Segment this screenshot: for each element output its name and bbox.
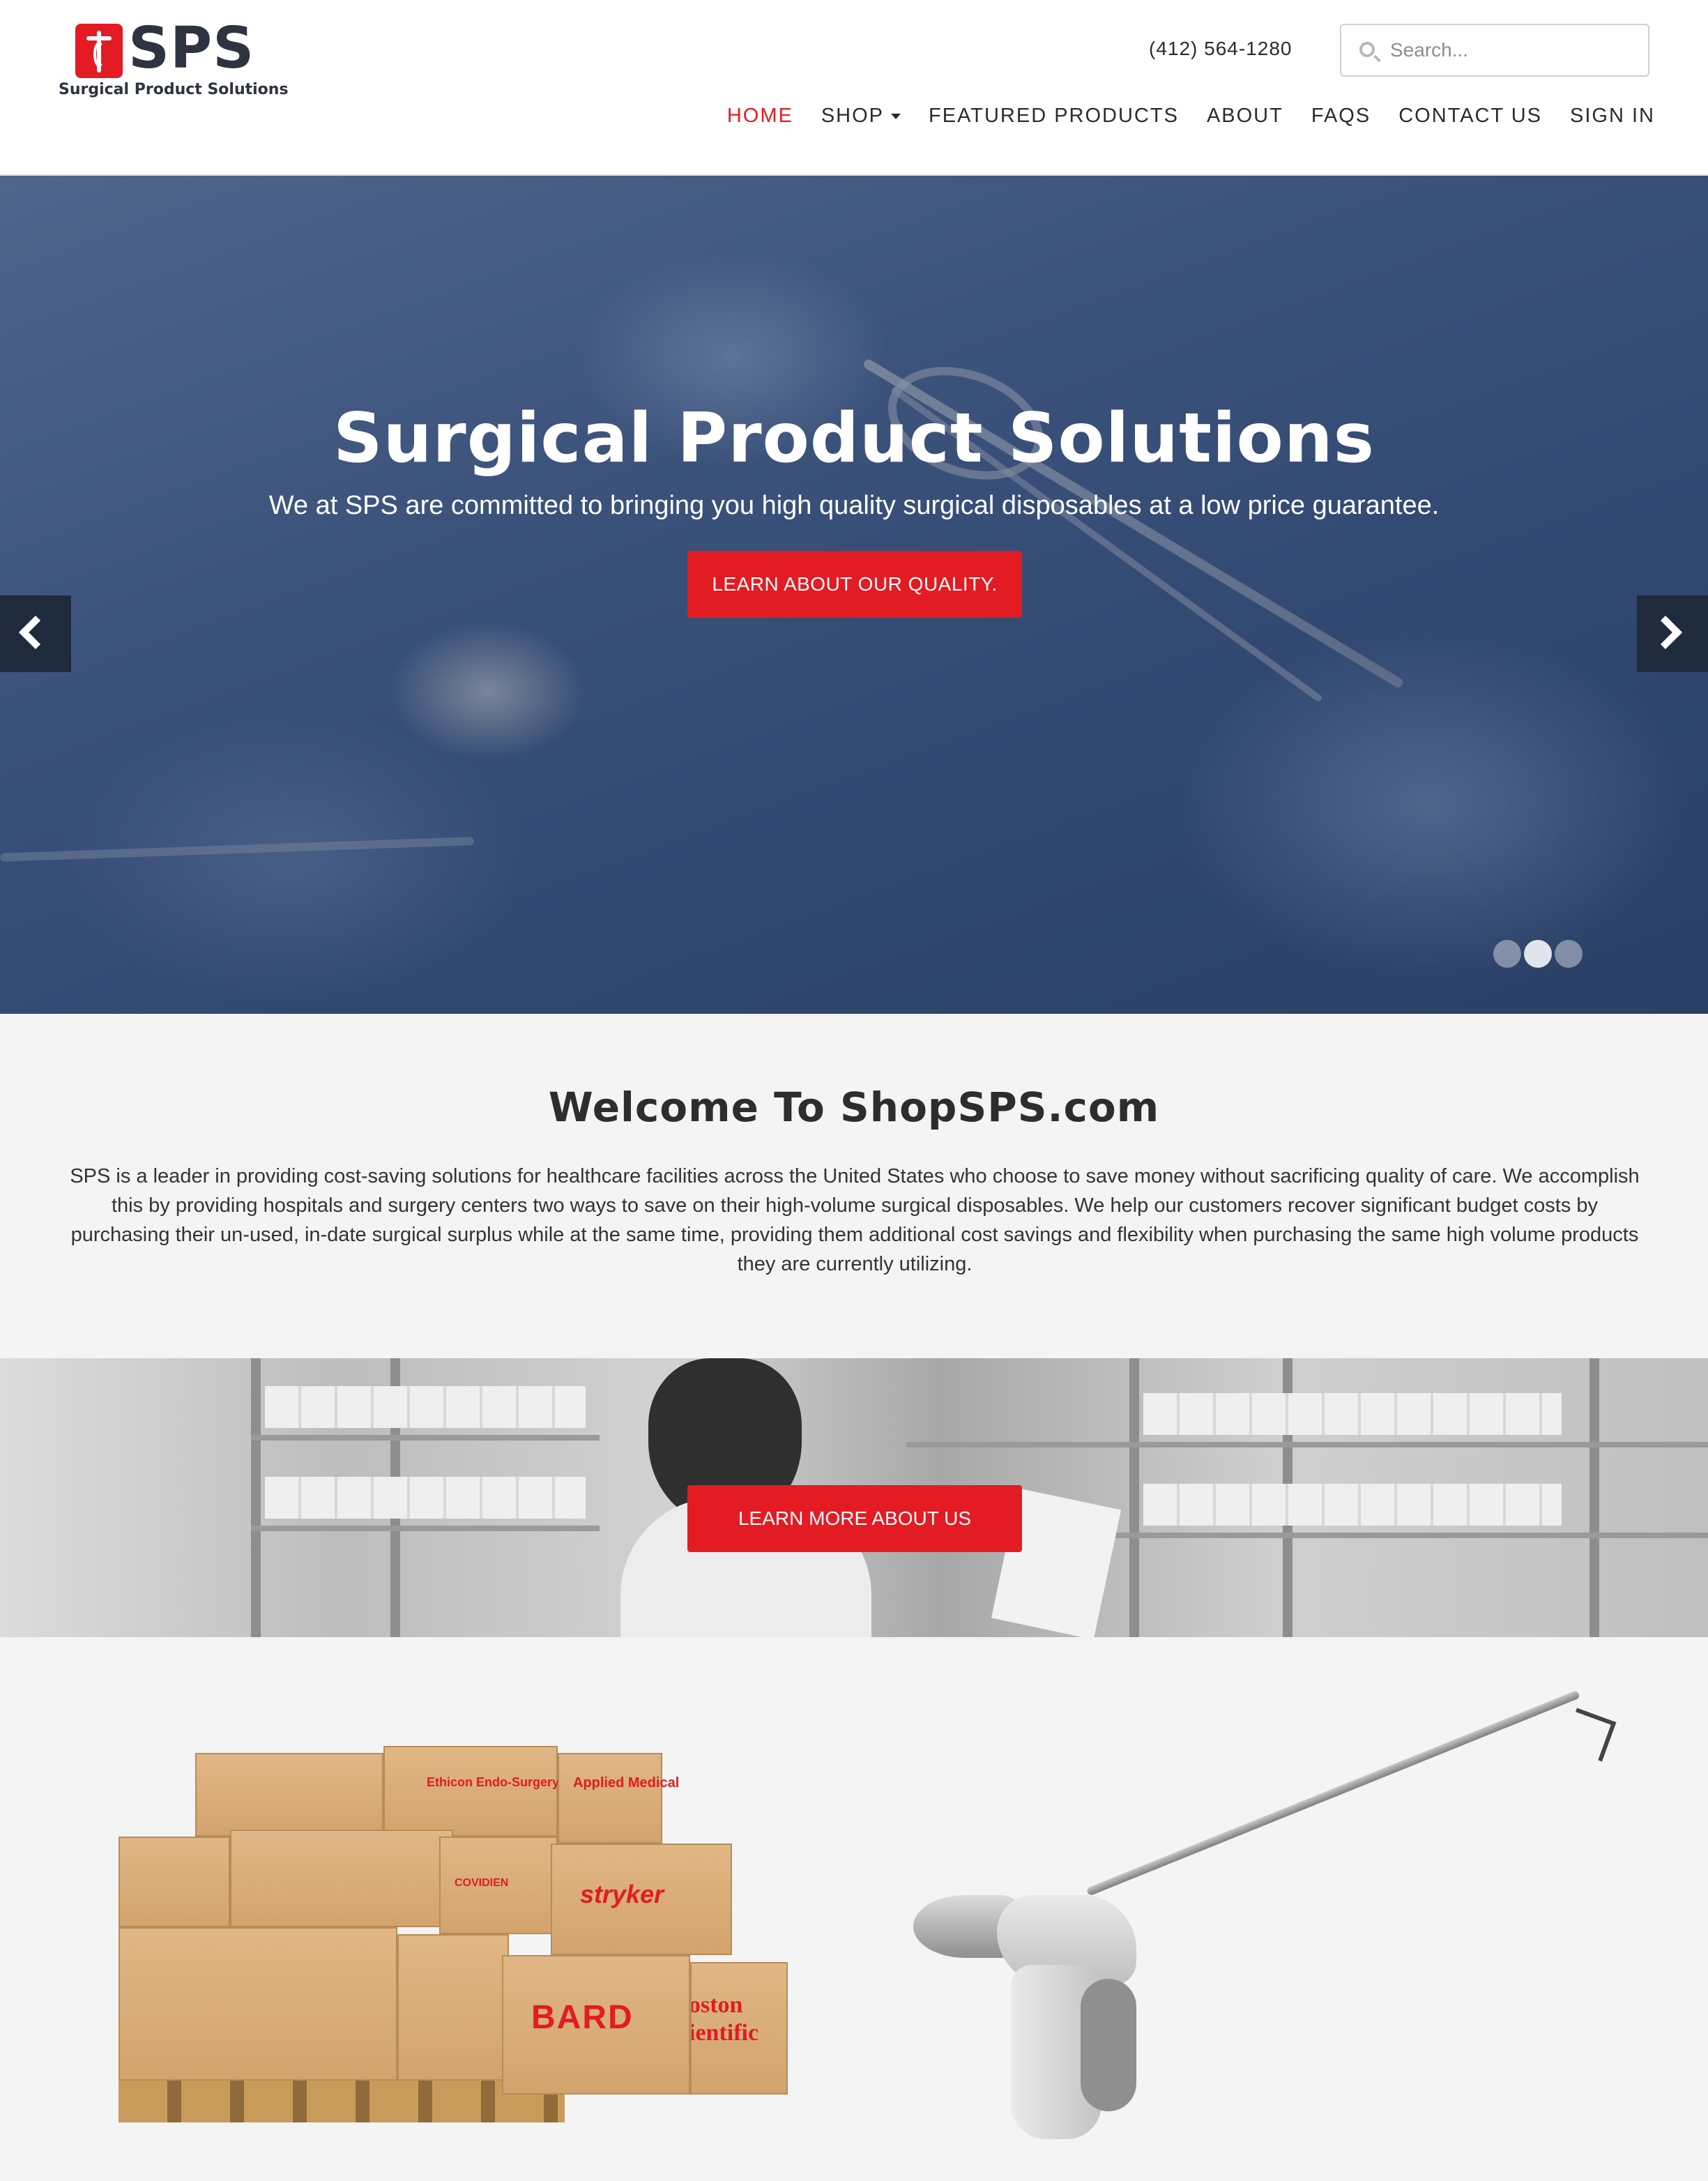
welcome-section: Welcome To ShopSPS.com SPS is a leader i…	[0, 1014, 1708, 1358]
caduceus-icon	[75, 24, 123, 78]
carousel-dot-1[interactable]	[1493, 940, 1521, 968]
brand-ethicon: Ethicon Endo-Surgery	[427, 1775, 560, 1789]
carousel-dot-2[interactable]	[1524, 940, 1552, 968]
nav-faqs[interactable]: FAQS	[1311, 105, 1371, 128]
search-icon	[1359, 42, 1375, 57]
nav-featured-products[interactable]: FEATURED PRODUCTS	[929, 105, 1179, 128]
hero-title: Surgical Product Solutions	[333, 399, 1375, 478]
hero-carousel: Surgical Product Solutions We at SPS are…	[0, 176, 1708, 1014]
brand-covidien: COVIDIEN	[455, 1877, 509, 1889]
logo-subtitle: Surgical Product Solutions	[59, 81, 289, 98]
boxed-products-image[interactable]: Ethicon Endo-Surgery Applied Medical COV…	[105, 1746, 788, 2122]
products-section: Ethicon Endo-Surgery Applied Medical COV…	[0, 1637, 1708, 2181]
logo-text: SPS	[128, 15, 255, 82]
carousel-prev-button[interactable]	[0, 595, 71, 672]
about-banner: LEARN MORE ABOUT US	[0, 1358, 1708, 1637]
brand-stryker: stryker	[580, 1880, 664, 1908]
surgical-stapler-image[interactable]	[913, 1689, 1617, 2146]
site-logo[interactable]: SPS Surgical Product Solutions	[59, 15, 296, 105]
learn-more-about-us-button[interactable]: LEARN MORE ABOUT US	[687, 1485, 1022, 1552]
nav-contact-us[interactable]: CONTACT US	[1398, 105, 1542, 128]
hero-subtitle: We at SPS are committed to bringing you …	[268, 491, 1440, 520]
nav-home[interactable]: HOME	[727, 105, 793, 128]
caret-down-icon	[891, 113, 901, 119]
carousel-dot-3[interactable]	[1555, 940, 1583, 968]
learn-quality-button[interactable]: LEARN ABOUT OUR QUALITY.	[687, 551, 1022, 618]
nav-shop-label: SHOP	[821, 105, 885, 127]
phone-number[interactable]: (412) 564-1280	[1149, 38, 1292, 60]
chevron-right-icon	[1648, 615, 1683, 650]
carousel-next-button[interactable]	[1637, 595, 1708, 672]
welcome-title: Welcome To ShopSPS.com	[548, 1084, 1160, 1131]
brand-applied: Applied Medical	[573, 1775, 680, 1791]
brand-boston-scientific: oston ientific	[690, 1992, 759, 2046]
carousel-indicators	[1493, 940, 1583, 968]
main-nav: HOME SHOP FEATURED PRODUCTS ABOUT FAQS C…	[699, 105, 1655, 128]
brand-bard: BARD	[531, 1999, 634, 2036]
site-header: SPS Surgical Product Solutions (412) 564…	[0, 0, 1708, 176]
nav-shop[interactable]: SHOP	[821, 105, 901, 128]
search-input[interactable]	[1390, 36, 1634, 64]
chevron-left-icon	[18, 615, 53, 650]
welcome-body: SPS is a leader in providing cost-saving…	[70, 1165, 1640, 1275]
search-box	[1340, 24, 1649, 77]
nav-sign-in[interactable]: SIGN IN	[1570, 105, 1655, 128]
nav-about[interactable]: ABOUT	[1207, 105, 1283, 128]
